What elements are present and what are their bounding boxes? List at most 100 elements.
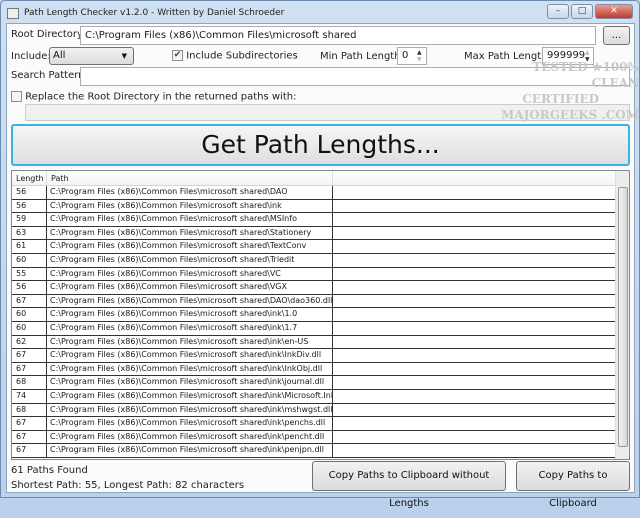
minimize-button[interactable]: – [547,4,569,19]
length-cell: 67 [12,349,47,362]
table-row[interactable]: 67 C:\Program Files (x86)\Common Files\mi… [12,349,629,363]
replace-root-label: Replace the Root Directory in the return… [25,91,297,103]
table-row[interactable]: 55 C:\Program Files (x86)\Common Files\mi… [12,267,629,282]
client-area: Root Directory: C:\Program Files (x86)\C… [6,23,635,509]
up-arrow-icon[interactable]: ▲ [585,49,593,56]
up-arrow-icon[interactable]: ▲ [417,49,425,56]
path-summary-text: Shortest Path: 55, Longest Path: 82 char… [11,480,245,491]
path-cell: C:\Program Files (x86)\Common Files\micr… [47,403,333,417]
title-bar: Path Length Checker v1.2.0 - Written by … [7,5,284,21]
path-cell: C:\Program Files (x86)\Common Files\micr… [47,281,333,294]
table-row[interactable]: 56 C:\Program Files (x86)\Common Files\mi… [12,199,629,214]
down-arrow-icon[interactable]: ▼ [417,56,425,63]
min-value: 0 [402,50,409,61]
maximize-button[interactable]: □ [571,4,593,19]
path-cell: C:\Program Files (x86)\Common Files\micr… [47,417,333,430]
path-cell: C:\Program Files (x86)\Common Files\micr… [47,335,333,349]
length-cell: 67 [12,430,47,444]
table-row[interactable]: 67 C:\Program Files (x86)\Common Files\mi… [12,362,629,377]
include-subdirectories-checkbox[interactable]: ✔ Include Subdirectories [172,50,298,62]
path-cell: C:\Program Files (x86)\Common Files\micr… [47,362,333,376]
length-cell: 60 [12,253,47,267]
down-arrow-icon[interactable]: ▼ [585,56,593,63]
length-cell: 56 [12,186,47,199]
table-row[interactable]: 67 C:\Program Files (x86)\Common Files\mi… [12,417,629,431]
length-cell: 60 [12,308,47,321]
table-row[interactable]: 67 C:\Program Files (x86)\Common Files\mi… [12,430,629,445]
table-row[interactable]: 68 C:\Program Files (x86)\Common Files\mi… [12,403,629,418]
include-value: All [53,50,66,61]
length-cell: 67 [12,362,47,376]
close-button[interactable]: ✕ [595,4,633,19]
checkbox-icon [11,91,22,102]
window-title: Path Length Checker v1.2.0 - Written by … [24,8,285,18]
table-row[interactable]: 56 C:\Program Files (x86)\Common Files\mi… [12,281,629,295]
table-row[interactable]: 56 C:\Program Files (x86)\Common Files\mi… [12,186,629,200]
length-cell: 67 [12,444,47,457]
path-cell: C:\Program Files (x86)\Common Files\micr… [47,240,333,253]
include-subdirectories-label: Include Subdirectories [186,50,298,62]
browse-button[interactable]: ... [603,26,630,45]
path-cell: C:\Program Files (x86)\Common Files\micr… [47,294,333,308]
length-cell: 63 [12,226,47,240]
path-cell: C:\Program Files (x86)\Common Files\micr… [47,444,333,457]
table-row[interactable]: 62 C:\Program Files (x86)\Common Files\mi… [12,335,629,350]
checkbox-icon: ✔ [172,50,183,61]
min-spinner[interactable]: ▲ ▼ [417,49,425,63]
path-cell: C:\Program Files (x86)\Common Files\micr… [47,308,333,321]
length-cell: 56 [12,199,47,213]
path-cell: C:\Program Files (x86)\Common Files\micr… [47,267,333,281]
paths-found-text: 61 Paths Found [11,465,88,476]
table-row[interactable]: 68 C:\Program Files (x86)\Common Files\mi… [12,376,629,390]
table-row[interactable]: 63 C:\Program Files (x86)\Common Files\mi… [12,226,629,241]
column-header-path[interactable]: Path [47,171,333,185]
grid-header: Length Path [12,171,629,186]
column-header-length[interactable]: Length [12,171,47,185]
path-cell: C:\Program Files (x86)\Common Files\micr… [47,376,333,389]
max-path-length-label: Max Path Length: [464,51,551,62]
search-pattern-input[interactable] [80,67,630,86]
scrollbar-thumb[interactable] [618,187,628,447]
length-cell: 67 [12,417,47,430]
path-cell: C:\Program Files (x86)\Common Files\micr… [47,321,333,335]
path-cell: C:\Program Files (x86)\Common Files\micr… [47,389,333,403]
table-row[interactable]: 74 C:\Program Files (x86)\Common Files\mi… [12,389,629,404]
path-cell: C:\Program Files (x86)\Common Files\micr… [47,213,333,226]
max-spinner[interactable]: ▲ ▼ [585,49,593,63]
table-row[interactable]: 67 C:\Program Files (x86)\Common Files\mi… [12,294,629,309]
copy-without-lengths-button[interactable]: Copy Paths to Clipboard without Lengths [312,461,506,509]
replace-root-checkbox[interactable]: Replace the Root Directory in the return… [11,91,296,103]
length-cell: 59 [12,213,47,226]
table-row[interactable]: 60 C:\Program Files (x86)\Common Files\mi… [12,321,629,336]
table-row[interactable]: 60 C:\Program Files (x86)\Common Files\mi… [12,308,629,322]
length-cell: 55 [12,267,47,281]
get-path-lengths-button[interactable]: Get Path Lengths... [11,124,630,166]
vertical-scrollbar[interactable] [615,171,629,459]
path-cell: C:\Program Files (x86)\Common Files\micr… [47,430,333,444]
search-pattern-label: Search Pattern: [11,70,88,81]
length-cell: 62 [12,335,47,349]
table-row[interactable]: 60 C:\Program Files (x86)\Common Files\mi… [12,253,629,268]
length-cell: 67 [12,294,47,308]
table-row[interactable]: 59 C:\Program Files (x86)\Common Files\mi… [12,213,629,227]
length-cell: 68 [12,403,47,417]
copy-paths-button[interactable]: Copy Paths to Clipboard [516,461,630,509]
include-dropdown[interactable]: All ▼ [49,47,134,65]
app-window: Path Length Checker v1.2.0 - Written by … [0,0,640,509]
table-row[interactable]: 61 C:\Program Files (x86)\Common Files\mi… [12,240,629,254]
root-directory-input[interactable]: C:\Program Files (x86)\Common Files\micr… [80,26,596,45]
replace-root-input[interactable] [25,104,630,121]
path-cell: C:\Program Files (x86)\Common Files\micr… [47,253,333,267]
table-row[interactable]: 67 C:\Program Files (x86)\Common Files\mi… [12,444,629,458]
include-label: Include: [11,51,51,62]
chevron-down-icon: ▼ [121,52,127,60]
length-cell: 61 [12,240,47,253]
max-value: 999999 [547,50,586,61]
length-cell: 74 [12,389,47,403]
min-path-length-label: Min Path Length: [320,51,404,62]
root-directory-label: Root Directory: [11,29,86,40]
path-cell: C:\Program Files (x86)\Common Files\micr… [47,199,333,213]
length-cell: 60 [12,321,47,335]
path-cell: C:\Program Files (x86)\Common Files\micr… [47,349,333,362]
results-grid[interactable]: Length Path 56 C:\Program Files (x86)\Com… [11,170,630,460]
